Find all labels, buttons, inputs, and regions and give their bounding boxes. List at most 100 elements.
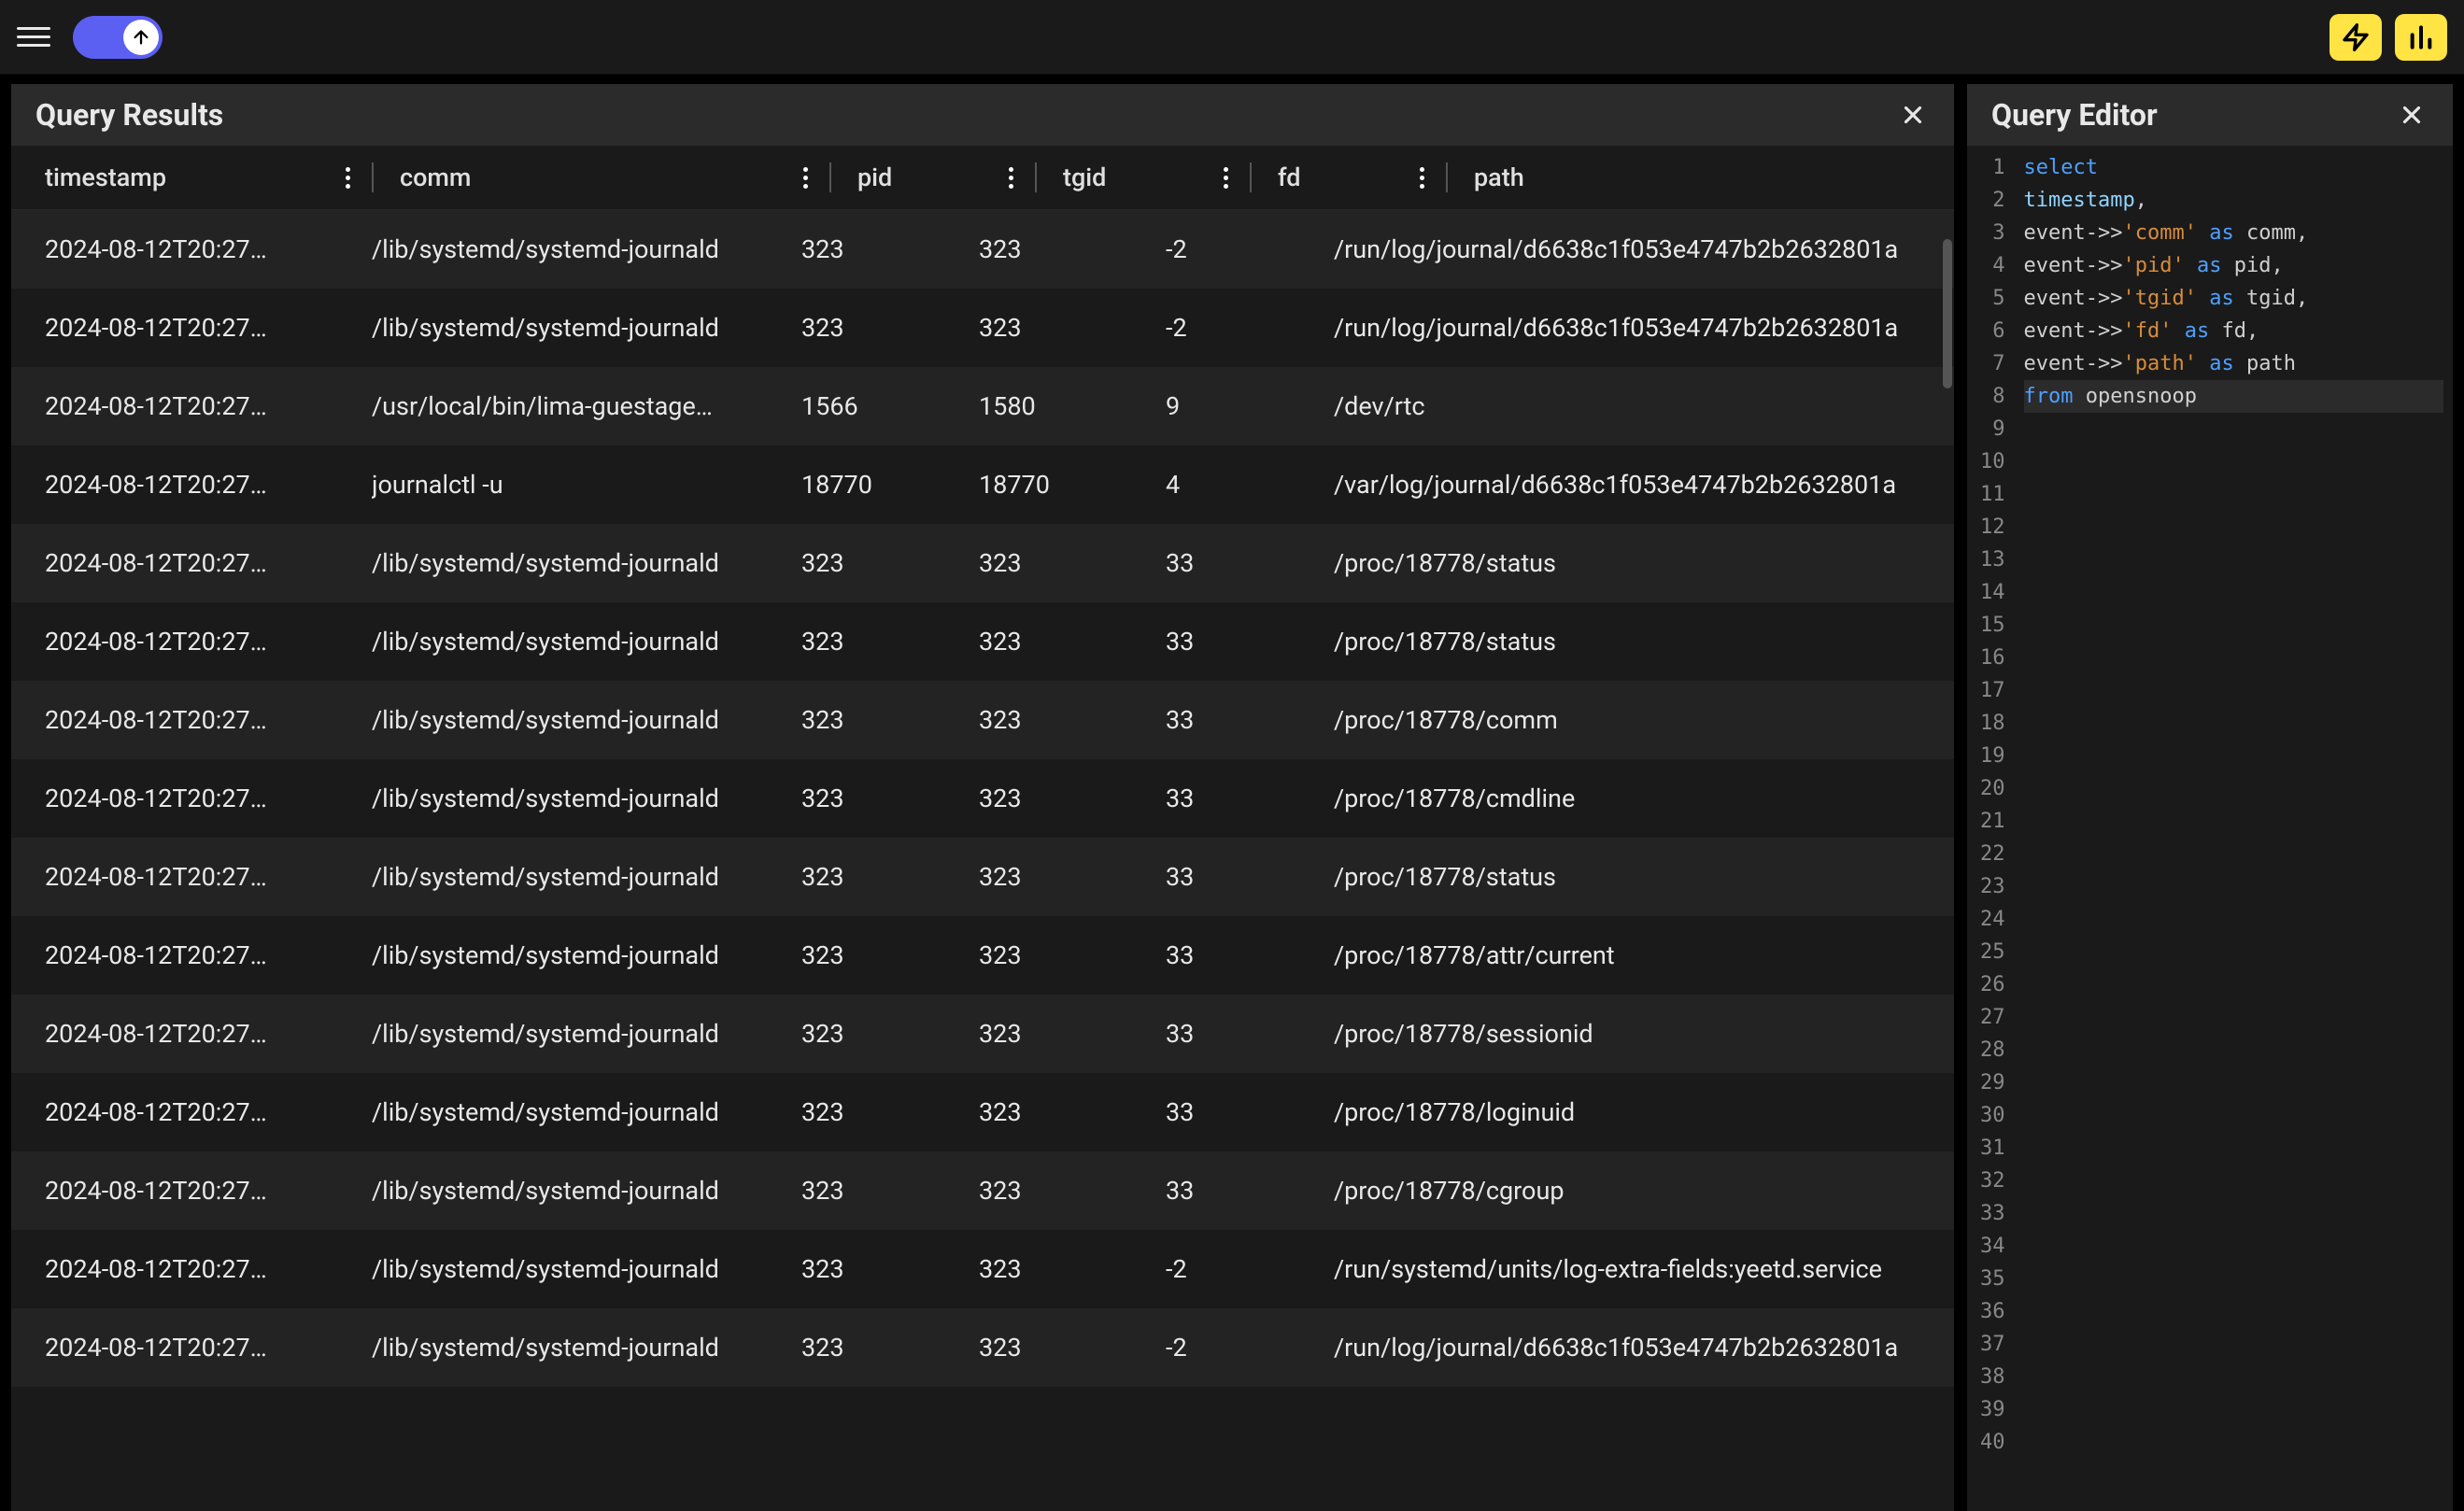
- cell-tgid: 323: [979, 862, 1166, 892]
- line-number: 12: [1980, 511, 2005, 544]
- line-number: 31: [1980, 1132, 2005, 1165]
- column-menu-icon[interactable]: [803, 164, 829, 191]
- column-menu-icon[interactable]: [1009, 164, 1035, 191]
- line-number: 30: [1980, 1099, 2005, 1132]
- cell-pid: 323: [801, 940, 979, 970]
- column-menu-icon[interactable]: [1224, 164, 1250, 191]
- code-line[interactable]: event->>'comm' as comm,: [2024, 217, 2444, 249]
- table-row[interactable]: 2024-08-12T20:27…/lib/systemd/systemd-jo…: [11, 1230, 1954, 1308]
- column-separator[interactable]: [1446, 162, 1448, 192]
- code-line[interactable]: [2024, 609, 2444, 642]
- code-line[interactable]: [2024, 870, 2444, 903]
- column-separator[interactable]: [829, 162, 831, 192]
- table-row[interactable]: 2024-08-12T20:27…/lib/systemd/systemd-jo…: [11, 916, 1954, 995]
- scrollbar-thumb[interactable]: [1943, 239, 1952, 388]
- mode-toggle[interactable]: [73, 16, 163, 59]
- code-line[interactable]: [2024, 1230, 2444, 1263]
- cell-timestamp: 2024-08-12T20:27…: [45, 862, 372, 892]
- table-row[interactable]: 2024-08-12T20:27…journalctl -u1877018770…: [11, 445, 1954, 524]
- code-line[interactable]: [2024, 1034, 2444, 1066]
- code-editor[interactable]: 1234567891011121314151617181920212223242…: [1967, 146, 2453, 1511]
- code-line[interactable]: [2024, 1132, 2444, 1165]
- code-line[interactable]: [2024, 1361, 2444, 1393]
- code-line[interactable]: event->>'pid' as pid,: [2024, 249, 2444, 282]
- close-results-button[interactable]: [1896, 98, 1930, 132]
- code-line[interactable]: [2024, 1099, 2444, 1132]
- column-header-fd[interactable]: fd: [1278, 162, 1446, 192]
- code-line[interactable]: select: [2024, 151, 2444, 184]
- column-header-pid[interactable]: pid: [857, 162, 1035, 192]
- cell-pid: 323: [801, 1019, 979, 1049]
- table-row[interactable]: 2024-08-12T20:27…/lib/systemd/systemd-jo…: [11, 681, 1954, 759]
- code-line[interactable]: [2024, 642, 2444, 674]
- code-line[interactable]: event->>'path' as path: [2024, 347, 2444, 380]
- code-content[interactable]: selecttimestamp,event->>'comm' as comm,e…: [2015, 146, 2454, 1511]
- code-line[interactable]: [2024, 1426, 2444, 1459]
- table-row[interactable]: 2024-08-12T20:27…/lib/systemd/systemd-jo…: [11, 602, 1954, 681]
- code-line[interactable]: [2024, 413, 2444, 445]
- code-line[interactable]: [2024, 838, 2444, 870]
- table-row[interactable]: 2024-08-12T20:27…/lib/systemd/systemd-jo…: [11, 289, 1954, 367]
- code-line[interactable]: [2024, 903, 2444, 936]
- table-row[interactable]: 2024-08-12T20:27…/lib/systemd/systemd-jo…: [11, 210, 1954, 289]
- code-line[interactable]: [2024, 968, 2444, 1001]
- column-header-path[interactable]: path: [1474, 162, 1954, 192]
- column-header-timestamp[interactable]: timestamp: [45, 162, 372, 192]
- cell-fd: 33: [1166, 548, 1334, 578]
- column-separator[interactable]: [372, 162, 374, 192]
- column-separator[interactable]: [1250, 162, 1252, 192]
- line-number: 34: [1980, 1230, 2005, 1263]
- code-line[interactable]: [2024, 1165, 2444, 1197]
- table-row[interactable]: 2024-08-12T20:27…/lib/systemd/systemd-jo…: [11, 1151, 1954, 1230]
- results-table[interactable]: timestamp commpidtgidfdpath 2024-08-12T20…: [11, 146, 1954, 1511]
- code-line[interactable]: [2024, 576, 2444, 609]
- close-editor-button[interactable]: [2395, 98, 2429, 132]
- code-line[interactable]: event->>'tgid' as tgid,: [2024, 282, 2444, 315]
- code-line[interactable]: from opensnoop: [2024, 380, 2444, 413]
- column-separator[interactable]: [1035, 162, 1037, 192]
- code-line[interactable]: [2024, 511, 2444, 544]
- code-line[interactable]: event->>'fd' as fd,: [2024, 315, 2444, 347]
- line-number: 40: [1980, 1426, 2005, 1459]
- code-line[interactable]: [2024, 1328, 2444, 1361]
- code-line[interactable]: [2024, 740, 2444, 772]
- cell-comm: /lib/systemd/systemd-journald: [372, 1019, 801, 1049]
- line-number: 14: [1980, 576, 2005, 609]
- code-line[interactable]: [2024, 772, 2444, 805]
- cell-path: /run/systemd/units/log-extra-fields:yeet…: [1334, 1254, 1954, 1284]
- code-line[interactable]: [2024, 1197, 2444, 1230]
- code-line[interactable]: [2024, 1295, 2444, 1328]
- line-number: 29: [1980, 1066, 2005, 1099]
- line-number: 5: [1980, 282, 2005, 315]
- table-row[interactable]: 2024-08-12T20:27…/lib/systemd/systemd-jo…: [11, 995, 1954, 1073]
- code-line[interactable]: timestamp,: [2024, 184, 2444, 217]
- menu-button[interactable]: [17, 21, 50, 54]
- code-line[interactable]: [2024, 707, 2444, 740]
- code-line[interactable]: [2024, 1393, 2444, 1426]
- cell-timestamp: 2024-08-12T20:27…: [45, 627, 372, 657]
- table-row[interactable]: 2024-08-12T20:27…/lib/systemd/systemd-jo…: [11, 1308, 1954, 1387]
- table-row[interactable]: 2024-08-12T20:27…/lib/systemd/systemd-jo…: [11, 1073, 1954, 1151]
- cell-path: /run/log/journal/d6638c1f053e4747b2b2632…: [1334, 234, 1954, 264]
- code-line[interactable]: [2024, 478, 2444, 511]
- code-line[interactable]: [2024, 1001, 2444, 1034]
- code-line[interactable]: [2024, 1263, 2444, 1295]
- code-line[interactable]: [2024, 936, 2444, 968]
- column-header-comm[interactable]: comm: [400, 162, 829, 192]
- code-line[interactable]: [2024, 445, 2444, 478]
- column-menu-icon[interactable]: [346, 164, 372, 191]
- line-number: 26: [1980, 968, 2005, 1001]
- cell-comm: /lib/systemd/systemd-journald: [372, 313, 801, 343]
- code-line[interactable]: [2024, 1066, 2444, 1099]
- code-line[interactable]: [2024, 805, 2444, 838]
- run-query-button[interactable]: [2329, 14, 2382, 61]
- table-row[interactable]: 2024-08-12T20:27…/lib/systemd/systemd-jo…: [11, 759, 1954, 838]
- column-menu-icon[interactable]: [1420, 164, 1446, 191]
- table-row[interactable]: 2024-08-12T20:27…/usr/local/bin/lima-gue…: [11, 367, 1954, 445]
- table-row[interactable]: 2024-08-12T20:27…/lib/systemd/systemd-jo…: [11, 524, 1954, 602]
- chart-view-button[interactable]: [2395, 14, 2447, 61]
- code-line[interactable]: [2024, 544, 2444, 576]
- table-row[interactable]: 2024-08-12T20:27…/lib/systemd/systemd-jo…: [11, 838, 1954, 916]
- code-line[interactable]: [2024, 674, 2444, 707]
- column-header-tgid[interactable]: tgid: [1063, 162, 1250, 192]
